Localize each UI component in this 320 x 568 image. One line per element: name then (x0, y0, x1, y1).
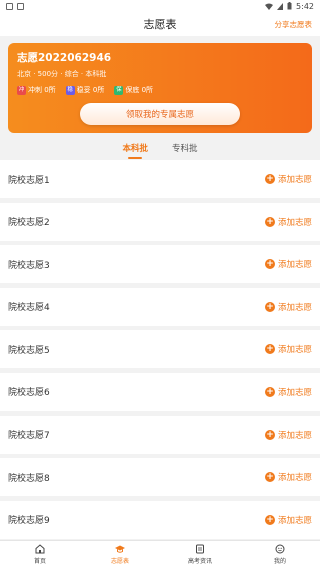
volunteer-sub: 北京 · 500分 · 综合 · 本科批 (17, 70, 107, 78)
home-icon (35, 544, 45, 554)
tab-home[interactable]: 首页 (0, 541, 80, 568)
add-label: 添加志愿 (277, 302, 312, 313)
add-label: 添加志愿 (277, 387, 312, 398)
graduation-cap-icon (115, 545, 125, 553)
add-volunteer-button[interactable]: + 添加志愿 (264, 173, 312, 185)
add-label: 添加志愿 (277, 217, 312, 228)
safe-tag-icon: 保 (114, 85, 124, 95)
status-left (6, 2, 24, 10)
notification-icon (6, 2, 13, 10)
news-icon (196, 544, 204, 554)
plus-icon: + (264, 259, 275, 270)
add-label: 添加志愿 (277, 473, 312, 484)
rush-tag-icon: 冲 (17, 85, 26, 95)
plus-icon: + (264, 174, 275, 184)
add-volunteer-button[interactable]: + 添加志愿 (264, 258, 312, 271)
claim-volunteer-button[interactable]: 领取我的专属志愿 (80, 103, 240, 125)
list-item-label: 院校志愿8 (8, 473, 50, 484)
plus-icon: + (264, 472, 275, 483)
hero-card: 志愿2022062946 北京 · 500分 · 综合 · 本科批 冲 冲刺 0… (8, 43, 312, 133)
tab-profile-label: 我的 (273, 558, 286, 565)
wifi-icon (265, 3, 274, 10)
list-item: 院校志愿1 + 添加志愿 (0, 160, 320, 198)
add-volunteer-button[interactable]: + 添加志愿 (264, 429, 312, 441)
volunteer-id: 志愿2022062946 (17, 52, 112, 64)
add-volunteer-button[interactable]: + 添加志愿 (264, 343, 312, 356)
tab-volunteer-label: 志愿表 (110, 558, 129, 565)
volunteer-list: 院校志愿1 + 添加志愿 院校志愿2 + 添加志愿 院校志愿3 + 添加志愿 院校志愿… (0, 160, 320, 543)
tab-news[interactable]: 高考资讯 (160, 541, 240, 568)
stat-steady: 稳 稳妥 0所 (65, 85, 105, 95)
list-item: 院校志愿8 + 添加志愿 (0, 458, 320, 497)
list-item-label: 院校志愿4 (8, 303, 50, 314)
stat-steady-label: 稳妥 0所 (76, 86, 105, 94)
status-right: 5:42 (265, 2, 314, 11)
header: 志愿表 分享志愿表 (0, 12, 320, 36)
add-label: 添加志愿 (277, 175, 312, 185)
tab-volunteer[interactable]: 志愿表 (80, 541, 160, 568)
share-button[interactable]: 分享志愿表 (275, 19, 313, 30)
add-volunteer-button[interactable]: + 添加志愿 (264, 301, 312, 313)
plus-icon: + (264, 301, 275, 312)
add-label: 添加志愿 (277, 430, 312, 441)
stat-rush-label: 冲刺 0所 (28, 86, 56, 94)
tab-junior-college[interactable]: 专科批 (172, 141, 198, 159)
list-item-label: 院校志愿9 (8, 516, 50, 527)
list-item-label: 院校志愿6 (8, 388, 50, 399)
steady-tag-icon: 稳 (65, 85, 75, 95)
list-item: 院校志愿7 + 添加志愿 (0, 415, 320, 454)
app-icon (17, 2, 24, 10)
status-bar: 5:42 (0, 0, 320, 12)
profile-icon (275, 544, 285, 554)
list-item-label: 院校志愿1 (8, 175, 50, 186)
bottom-tabbar: 首页 志愿表 高考资讯 我的 (0, 540, 320, 568)
page-title: 志愿表 (143, 18, 177, 31)
stat-safe: 保 保底 0所 (114, 85, 153, 95)
stat-safe-label: 保底 0所 (125, 86, 154, 94)
tab-news-label: 高考资讯 (187, 558, 212, 565)
list-item: 院校志愿6 + 添加志愿 (0, 372, 320, 411)
list-item-label: 院校志愿7 (8, 431, 50, 442)
add-volunteer-button[interactable]: + 添加志愿 (264, 386, 312, 398)
tab-home-label: 首页 (33, 558, 46, 565)
plus-icon: + (264, 386, 275, 397)
list-item: 院校志愿2 + 添加志愿 (0, 202, 320, 241)
battery-icon (287, 2, 292, 10)
list-item: 院校志愿3 + 添加志愿 (0, 245, 320, 284)
list-item: 院校志愿9 + 添加志愿 (0, 500, 320, 539)
add-label: 添加志愿 (277, 345, 312, 356)
signal-icon (277, 2, 284, 10)
add-volunteer-button[interactable]: + 添加志愿 (264, 514, 312, 526)
add-volunteer-button[interactable]: + 添加志愿 (264, 216, 312, 228)
add-label: 添加志愿 (277, 515, 312, 526)
plus-icon: + (264, 429, 275, 440)
plus-icon: + (264, 344, 275, 355)
plus-icon: + (264, 514, 275, 525)
list-item-label: 院校志愿5 (8, 345, 50, 356)
list-item: 院校志愿4 + 添加志愿 (0, 287, 320, 326)
add-volunteer-button[interactable]: + 添加志愿 (264, 471, 312, 484)
batch-tabs: 本科批 专科批 (0, 141, 320, 159)
stat-rush: 冲 冲刺 0所 (17, 85, 56, 95)
status-time: 5:42 (296, 1, 314, 11)
plus-icon: + (264, 216, 275, 227)
list-item-label: 院校志愿2 (8, 218, 50, 229)
list-item-label: 院校志愿3 (8, 260, 50, 271)
hero-stats: 冲 冲刺 0所 稳 稳妥 0所 保 保底 0所 (17, 85, 303, 95)
list-item: 院校志愿5 + 添加志愿 (0, 330, 320, 369)
add-label: 添加志愿 (277, 260, 312, 271)
tab-profile[interactable]: 我的 (240, 541, 320, 568)
tab-undergraduate[interactable]: 本科批 (122, 141, 148, 159)
